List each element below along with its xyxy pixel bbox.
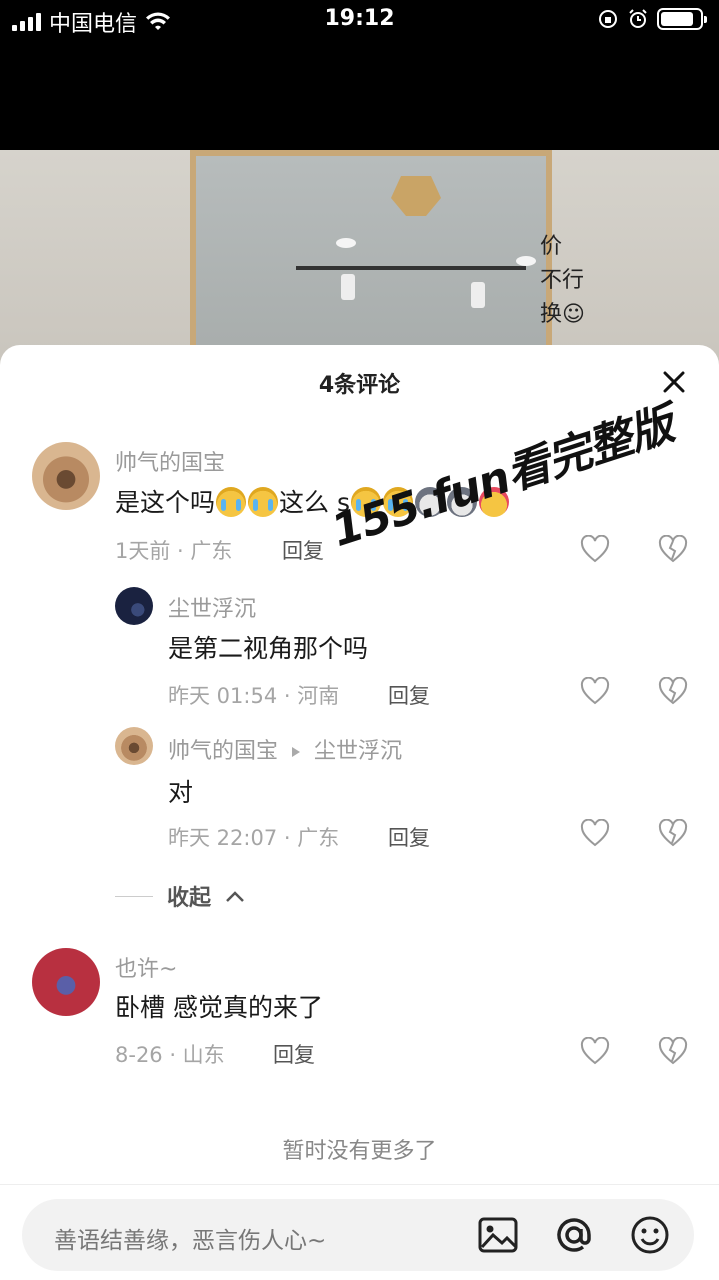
emoji-icon[interactable]	[628, 1213, 672, 1257]
comment-username[interactable]: 帅气的国宝	[115, 445, 225, 477]
reply-button[interactable]: 回复	[388, 822, 430, 852]
reply-button[interactable]: 回复	[282, 535, 324, 565]
comment-text: 卧槽 感觉真的来了	[115, 993, 323, 1022]
video-handwriting: 价 不行 换☺	[540, 234, 585, 327]
battery-icon	[657, 8, 707, 30]
avatar[interactable]	[115, 727, 153, 765]
like-heart-icon[interactable]	[580, 535, 610, 563]
dislike-broken-heart-icon[interactable]	[658, 1037, 688, 1065]
video-preview[interactable]: 价 不行 换☺	[0, 150, 719, 370]
comment-meta: 1天前 · 广东	[115, 539, 233, 563]
comment-meta: 昨天 01:54 · 河南	[168, 684, 340, 708]
divider	[115, 895, 153, 897]
mirror-image	[190, 150, 552, 360]
comment-count-title: 4条评论	[318, 373, 401, 398]
comment-username[interactable]: 也许~	[115, 951, 177, 983]
avatar[interactable]	[32, 442, 100, 510]
orientation-lock-icon	[599, 10, 617, 28]
avatar[interactable]	[32, 948, 100, 1016]
comment-meta: 昨天 22:07 · 广东	[168, 826, 340, 850]
mention-icon[interactable]	[552, 1213, 596, 1257]
pendant-lamp	[391, 176, 441, 216]
collapse-label: 收起	[167, 886, 212, 911]
comment-meta: 8-26 · 山东	[115, 1043, 225, 1067]
comment-username: 帅气的国宝 尘世浮沉	[168, 733, 402, 765]
like-heart-icon[interactable]	[580, 1037, 610, 1065]
dislike-broken-heart-icon[interactable]	[658, 819, 688, 847]
like-heart-icon[interactable]	[580, 677, 610, 705]
input-placeholder: 善语结善缘，恶言伤人心~	[54, 1228, 327, 1254]
crying-emoji-icon	[248, 487, 279, 517]
crying-emoji-icon	[216, 487, 247, 517]
like-heart-icon[interactable]	[580, 819, 610, 847]
avatar[interactable]	[115, 587, 153, 625]
reply-target[interactable]: 尘世浮沉	[314, 739, 402, 764]
status-bar: 中国电信 19:12	[0, 0, 719, 40]
comment-text: 对	[168, 778, 194, 807]
dislike-broken-heart-icon[interactable]	[658, 535, 688, 563]
reply-button[interactable]: 回复	[388, 680, 430, 710]
no-more-comments: 暂时没有更多了	[282, 1139, 437, 1164]
close-icon[interactable]	[659, 367, 689, 397]
reply-button[interactable]: 回复	[273, 1039, 315, 1069]
comment-text: 是第二视角那个吗	[168, 634, 369, 663]
chevron-up-icon	[226, 891, 244, 902]
reply-arrow-icon	[292, 747, 301, 757]
dislike-broken-heart-icon[interactable]	[658, 677, 688, 705]
comment-username[interactable]: 尘世浮沉	[168, 591, 256, 623]
alarm-icon	[629, 9, 647, 28]
reply-author[interactable]: 帅气的国宝	[168, 739, 278, 764]
collapse-replies-button[interactable]: 收起	[115, 880, 245, 912]
image-icon[interactable]	[476, 1213, 520, 1257]
comment-input[interactable]: 善语结善缘，恶言伤人心~	[22, 1199, 694, 1271]
comment-input-bar: 善语结善缘，恶言伤人心~	[0, 1184, 719, 1280]
